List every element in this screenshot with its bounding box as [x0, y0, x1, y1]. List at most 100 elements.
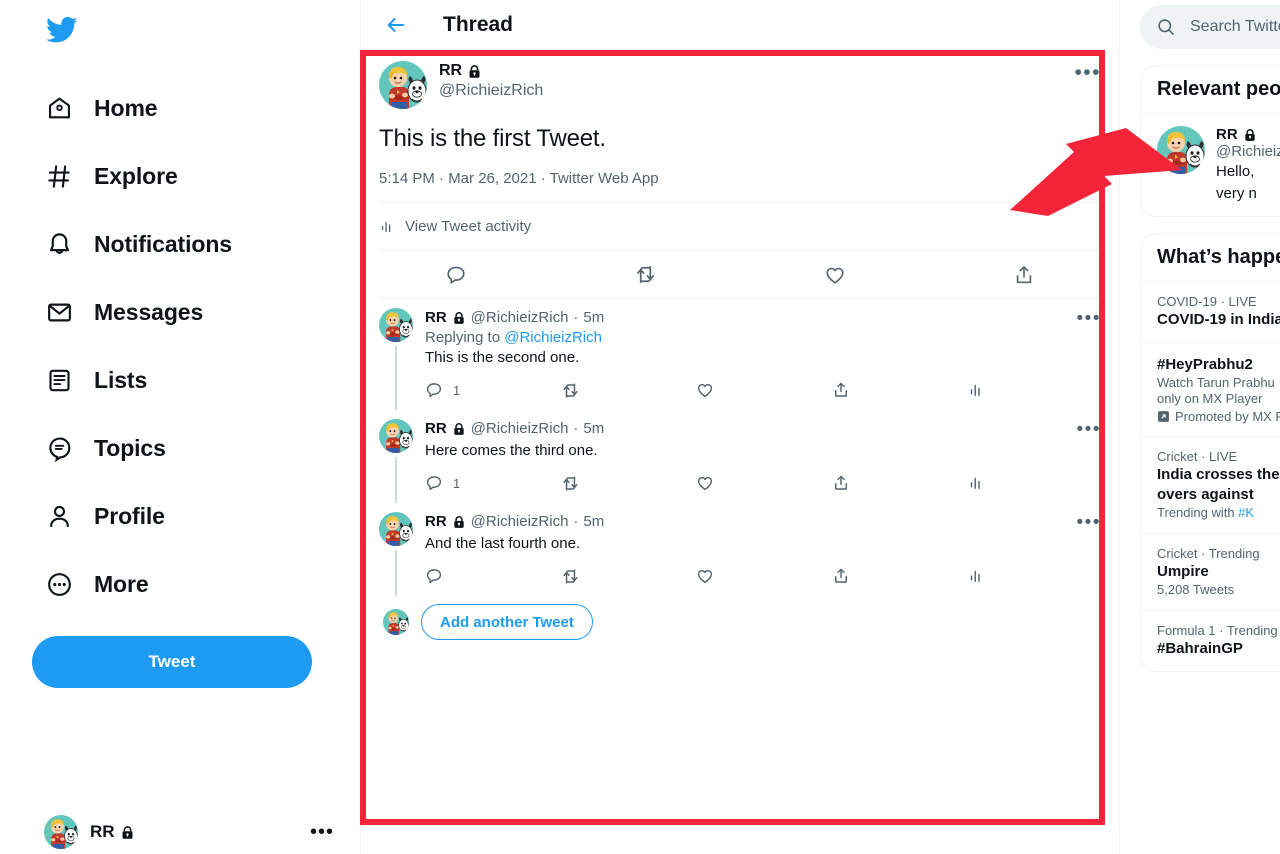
analytics-bars-icon[interactable] [967, 567, 985, 585]
reply-author-name: RR [425, 309, 447, 326]
more-circle-icon [44, 569, 74, 599]
promoted-arrow-icon [1158, 411, 1169, 422]
trend-item[interactable]: COVID-19 · LIVE COVID-19 in India [1141, 282, 1280, 342]
person-display-name: RR [1216, 126, 1238, 143]
retweet-icon[interactable] [561, 474, 697, 493]
reply-menu-dots[interactable]: ••• [1077, 513, 1101, 532]
thread-connector-line [395, 550, 397, 596]
reply-icon[interactable] [439, 258, 473, 292]
twitter-bird-icon [46, 16, 78, 43]
share-icon[interactable] [1007, 258, 1041, 292]
back-arrow-icon[interactable] [379, 8, 413, 42]
reply-author-handle: @RichieizRich [470, 309, 569, 326]
share-icon[interactable] [832, 567, 968, 585]
like-heart-icon[interactable] [696, 474, 832, 492]
analytics-bars-icon[interactable] [967, 474, 985, 492]
reply-menu-dots[interactable]: ••• [1077, 420, 1101, 439]
sidebar-item-topics[interactable]: Topics [44, 414, 360, 482]
reply-text: Here comes the third one. [425, 442, 598, 459]
sidebar-item-notifications[interactable]: Notifications [44, 210, 360, 278]
avatar [44, 815, 78, 849]
sidebar-item-label: Notifications [94, 230, 232, 257]
trending-with-link[interactable]: #K [1238, 505, 1254, 520]
relevant-person-row[interactable]: RR @RichieizRich Hello, very n [1141, 114, 1280, 216]
sidebar-item-lists[interactable]: Lists [44, 346, 360, 414]
account-menu-dots[interactable]: ••• [310, 822, 334, 842]
twitter-thread-page: Home Explore Notifications Messages List… [0, 0, 1280, 854]
like-heart-icon[interactable] [818, 258, 852, 292]
reply-count: 1 [453, 475, 461, 491]
promoted-label-row: Promoted by MX Player [1157, 409, 1280, 424]
like-heart-icon[interactable] [696, 381, 832, 399]
sidebar-item-explore[interactable]: Explore [44, 142, 360, 210]
relevant-person-info: RR @RichieizRich Hello, very n [1216, 126, 1280, 204]
reply-actions: 1 [425, 374, 985, 406]
reply-list: RR @RichieizRich · 5m ••• Replying to @R… [361, 299, 1119, 640]
retweet-icon[interactable] [561, 381, 697, 400]
protected-lock-icon [120, 825, 135, 840]
sidebar-item-more[interactable]: More [44, 550, 360, 618]
main-tweet-timestamp: 5:14 PM · Mar 26, 2021 · Twitter Web App [379, 170, 1101, 203]
author-handle: @RichieizRich [439, 82, 544, 99]
reply-icon[interactable]: 1 [425, 474, 561, 492]
promoted-label: Promoted by MX Player [1175, 409, 1280, 424]
trend-description: Watch Tarun Prabhu only on MX Player [1157, 375, 1275, 406]
search-icon [1158, 19, 1174, 35]
reply-icon[interactable]: 1 [425, 381, 561, 399]
reply-body: RR @RichieizRich · 5m ••• And the last f… [425, 512, 1101, 596]
main-tweet-author: RR @RichieizRich [439, 61, 543, 101]
trend-item[interactable]: Cricket · LIVE India crosses the overs a… [1141, 437, 1280, 533]
sidebar-item-messages[interactable]: Messages [44, 278, 360, 346]
sidebar-item-profile[interactable]: Profile [44, 482, 360, 550]
reply-menu-dots[interactable]: ••• [1077, 309, 1101, 328]
trend-category: Cricket · Trending [1157, 546, 1260, 561]
analytics-bars-icon[interactable] [967, 381, 985, 399]
view-tweet-activity-link[interactable]: View Tweet activity [379, 203, 1101, 251]
whats-happening-title: What’s happening [1157, 246, 1280, 268]
add-another-tweet-button[interactable]: Add another Tweet [421, 604, 593, 640]
account-name-row: RR [90, 822, 135, 842]
reply-actions: 1 [425, 467, 985, 499]
trend-item[interactable]: Cricket · Trending Umpire 5,208 Tweets [1141, 534, 1280, 610]
trend-category: COVID-19 · LIVE [1157, 294, 1257, 309]
trend-name: #BahrainGP [1157, 640, 1243, 657]
trend-name: COVID-19 in India [1157, 311, 1280, 328]
search-input[interactable]: Search Twitter [1140, 5, 1280, 49]
account-switcher[interactable]: RR ••• [44, 810, 334, 854]
main-tweet: RR @RichieizRich ••• This is the first T… [361, 49, 1119, 299]
search-placeholder: Search Twitter [1190, 18, 1280, 35]
main-tweet-menu-dots[interactable]: ••• [1074, 61, 1101, 83]
replying-to-handle-link[interactable]: @RichieizRich [504, 329, 602, 346]
avatar[interactable] [379, 419, 413, 453]
person-icon [44, 501, 74, 531]
like-heart-icon[interactable] [696, 567, 832, 585]
protected-lock-icon [452, 422, 466, 436]
share-icon[interactable] [832, 474, 968, 492]
tweet-button[interactable]: Tweet [32, 636, 312, 688]
reply-avatar-column [379, 308, 413, 410]
reply-author-name: RR [425, 513, 447, 530]
main-tweet-text: This is the first Tweet. [379, 125, 606, 152]
relevant-people-title: Relevant people [1157, 78, 1280, 100]
avatar [1157, 126, 1205, 174]
trend-item[interactable]: #HeyPrabhu2 Watch Tarun Prabhu only on M… [1141, 343, 1280, 436]
sidebar-item-home[interactable]: Home [44, 74, 360, 142]
trend-item[interactable]: Formula 1 · Trending #BahrainGP [1141, 611, 1280, 671]
twitter-logo[interactable] [44, 2, 100, 58]
share-icon[interactable] [832, 381, 968, 399]
avatar[interactable] [379, 512, 413, 546]
topics-speech-bubble-icon [44, 433, 74, 463]
separator-dot: · [573, 420, 579, 437]
trend-name: #HeyPrabhu2 [1157, 356, 1253, 373]
reply-count: 1 [453, 382, 461, 398]
retweet-icon[interactable] [628, 258, 662, 292]
reply-avatar-column [379, 512, 413, 596]
trend-tweet-count: 5,208 Tweets [1157, 582, 1235, 597]
retweet-icon[interactable] [561, 567, 697, 586]
thread-column: Thread RR @RichieizRich ••• This is the … [360, 0, 1120, 854]
avatar[interactable] [379, 61, 427, 109]
reply-author-handle: @RichieizRich [470, 420, 569, 437]
avatar[interactable] [379, 308, 413, 342]
sidebar-nav-list: Home Explore Notifications Messages List… [44, 74, 360, 618]
reply-icon[interactable] [425, 567, 561, 585]
